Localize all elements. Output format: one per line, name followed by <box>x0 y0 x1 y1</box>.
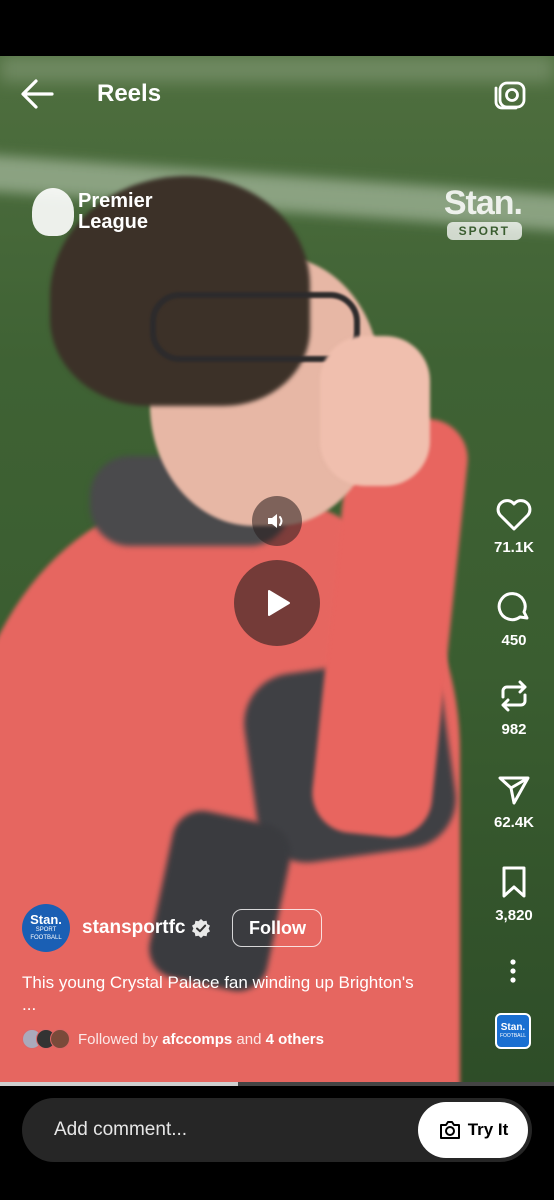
followed-by-first: afccomps <box>162 1030 233 1048</box>
verified-badge-icon <box>192 919 211 938</box>
share-count: 62.4K <box>493 814 535 831</box>
audio-thumbnail[interactable]: Stan. FOOTBALL <box>495 1013 531 1049</box>
hand <box>320 336 430 486</box>
glasses <box>150 292 360 362</box>
comment-count: 450 <box>501 632 527 649</box>
try-it-label: Try It <box>467 1120 509 1139</box>
back-button[interactable] <box>18 76 58 112</box>
follower-avatars <box>22 1029 70 1049</box>
followed-by-prefix: Followed by <box>78 1030 159 1048</box>
caption-text: This young Crystal Palace fan winding up… <box>22 973 414 992</box>
audio-thumb-subtitle: FOOTBALL <box>499 1033 527 1039</box>
stan-wordmark: Stan. <box>443 184 523 222</box>
speaker-icon <box>268 514 283 528</box>
comment-bar: Add comment... Try It <box>0 1086 554 1200</box>
like-button[interactable]: 71.1K <box>474 497 554 556</box>
avatar-line3: FOOTBALL <box>30 935 62 941</box>
repost-button[interactable]: 982 <box>474 677 554 738</box>
reels-header: Reels <box>0 56 554 132</box>
comment-icon <box>497 592 529 622</box>
follow-button[interactable]: Follow <box>232 909 323 947</box>
premier-league-logo: Premier League <box>32 188 153 236</box>
comment-input[interactable]: Add comment... Try It <box>22 1098 532 1162</box>
save-button[interactable]: 3,820 <box>474 863 554 924</box>
camera-icon <box>439 1121 460 1139</box>
camera-icon <box>494 81 526 110</box>
avatar-line2: SPORT <box>35 927 57 933</box>
premier-league-line2: League <box>78 211 149 233</box>
camera-button[interactable] <box>492 76 528 112</box>
share-button[interactable]: 62.4K <box>474 770 554 831</box>
follower-avatar <box>50 1029 70 1049</box>
arrow-left-icon <box>21 79 54 109</box>
repost-count: 982 <box>501 721 527 738</box>
username[interactable]: stansportfc <box>82 917 185 939</box>
stan-sport-logo: Stan. SPORT <box>443 184 523 240</box>
followed-by-joiner: and <box>236 1030 262 1048</box>
heart-icon <box>496 499 532 531</box>
like-count: 71.1K <box>493 539 535 556</box>
status-bar <box>0 0 554 56</box>
sport-badge: SPORT <box>446 222 522 240</box>
caption-more[interactable]: ... <box>22 994 492 1016</box>
play-icon <box>268 590 290 616</box>
play-button[interactable] <box>234 560 320 646</box>
repost-icon <box>501 680 527 712</box>
followed-by[interactable]: Followed by afccomps and 4 others <box>22 1029 324 1049</box>
followed-by-others: 4 others <box>265 1030 324 1048</box>
premier-league-line1: Premier <box>78 190 153 212</box>
more-vertical-icon <box>510 959 516 983</box>
send-icon <box>498 776 530 805</box>
mute-button[interactable] <box>252 496 302 546</box>
more-options-button[interactable] <box>498 956 528 986</box>
avatar[interactable]: Stan. SPORT FOOTBALL <box>22 904 70 952</box>
avatar-line1: Stan. <box>30 912 62 927</box>
try-it-button[interactable]: Try It <box>418 1102 528 1158</box>
page-title: Reels <box>97 80 162 107</box>
save-count: 3,820 <box>495 907 533 924</box>
caption[interactable]: This young Crystal Palace fan winding up… <box>22 972 492 1016</box>
audio-thumb-title: Stan. <box>500 1022 526 1033</box>
bookmark-icon <box>502 866 526 898</box>
premier-league-wordmark: Premier League <box>78 191 153 233</box>
author-row: Stan. SPORT FOOTBALL stansportfc Follow <box>22 904 323 952</box>
comment-placeholder: Add comment... <box>54 1119 188 1140</box>
comment-button[interactable]: 450 <box>474 588 554 649</box>
lion-icon <box>32 188 74 236</box>
